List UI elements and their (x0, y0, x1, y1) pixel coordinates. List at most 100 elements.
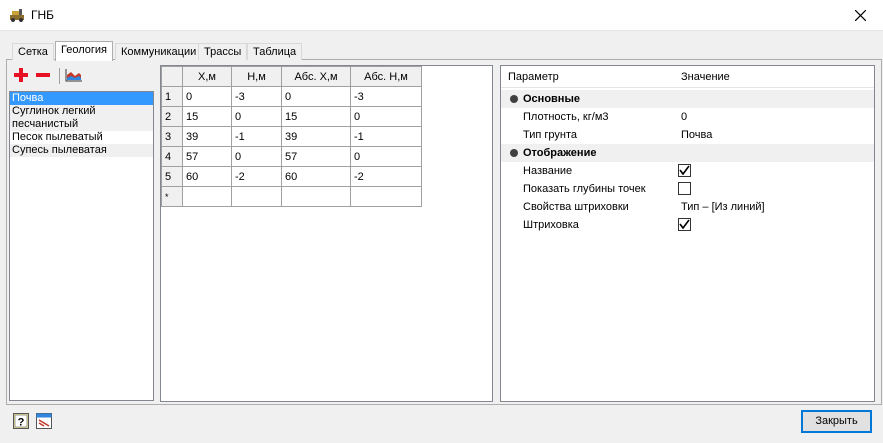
table-row: 4 57 0 57 0 (161, 146, 422, 167)
property-hatch[interactable]: Штриховка (501, 216, 874, 234)
profile-button[interactable] (65, 66, 83, 84)
remove-layer-button[interactable] (34, 66, 52, 84)
window-close-button[interactable] (837, 0, 883, 31)
table-header-row: X,м H,м Абс. X,м Абс. H,м (161, 66, 422, 87)
table-cell[interactable]: 39 (281, 126, 351, 147)
table-row: 3 39 -1 39 -1 (161, 126, 422, 147)
property-label: Название (523, 165, 573, 177)
category-bullet-icon (510, 149, 518, 157)
list-item[interactable]: Супесь пылеватая (10, 144, 153, 157)
app-icon (10, 9, 24, 22)
table-row: 1 0 -3 0 -3 (161, 86, 422, 107)
checkmark-icon (679, 219, 690, 230)
close-icon (854, 10, 866, 21)
table-cell[interactable]: 60 (281, 166, 351, 187)
property-label: Тип грунта (523, 129, 578, 141)
property-value[interactable]: Почва (681, 129, 712, 141)
add-layer-button[interactable] (12, 66, 30, 84)
property-hatch-props[interactable]: Свойства штриховки Тип – [Из линий] (501, 198, 874, 216)
points-table: X,м H,м Абс. X,м Абс. H,м 1 0 -3 0 -3 2 … (161, 66, 422, 207)
profile-icon (65, 69, 82, 82)
category-display[interactable]: Отображение (501, 144, 874, 162)
table-cell[interactable]: -1 (231, 126, 282, 147)
table-cell[interactable]: -3 (350, 86, 422, 107)
table-new-row: * (161, 186, 422, 207)
toolbar-separator (59, 68, 60, 84)
table-cell[interactable]: 57 (281, 146, 351, 167)
column-header[interactable]: H,м (231, 66, 282, 87)
column-header[interactable]: X,м (182, 66, 232, 87)
row-header[interactable]: 3 (161, 126, 183, 147)
property-value[interactable]: 0 (681, 111, 687, 123)
property-show-depth[interactable]: Показать глубины точек (501, 180, 874, 198)
param-header: Параметр (508, 71, 559, 83)
table-cell[interactable] (231, 186, 282, 207)
category-label: Отображение (523, 147, 597, 159)
add-icon (14, 68, 28, 82)
category-basic[interactable]: Основные (501, 90, 874, 108)
settings-icon[interactable] (36, 413, 52, 429)
corner-cell (161, 66, 183, 87)
show-depth-checkbox[interactable] (678, 182, 691, 195)
list-item[interactable]: Суглинок легкий песчанистый (10, 105, 153, 131)
table-cell[interactable]: 0 (182, 86, 232, 107)
property-label: Штриховка (523, 219, 579, 231)
value-header: Значение (681, 71, 730, 83)
property-soil-type[interactable]: Тип грунта Почва (501, 126, 874, 144)
table-cell[interactable]: 0 (231, 106, 282, 127)
property-label: Свойства штриховки (523, 201, 629, 213)
new-row-marker[interactable]: * (161, 186, 183, 207)
table-cell[interactable]: -1 (350, 126, 422, 147)
list-item[interactable]: Песок пылеватый (10, 131, 153, 144)
table-cell[interactable]: 15 (182, 106, 232, 127)
property-name[interactable]: Название (501, 162, 874, 180)
tab-geology[interactable]: Геология (55, 41, 113, 61)
table-row: 5 60 -2 60 -2 (161, 166, 422, 187)
close-button[interactable]: Закрыть (801, 410, 872, 433)
table-cell[interactable]: 57 (182, 146, 232, 167)
help-icon[interactable]: ? (13, 413, 29, 429)
table-cell[interactable]: 0 (350, 146, 422, 167)
property-value[interactable]: Тип – [Из линий] (681, 201, 765, 213)
remove-icon (36, 73, 50, 77)
table-cell[interactable]: 0 (231, 146, 282, 167)
property-grid: Параметр Значение Основные Плотность, кг… (500, 65, 875, 402)
table-cell[interactable]: 60 (182, 166, 232, 187)
tab-routes[interactable]: Трассы (198, 43, 248, 60)
table-cell[interactable]: -2 (350, 166, 422, 187)
table-cell[interactable]: 0 (350, 106, 422, 127)
svg-text:?: ? (18, 417, 25, 429)
property-label: Показать глубины точек (523, 183, 646, 195)
row-header[interactable]: 4 (161, 146, 183, 167)
tab-communications[interactable]: Коммуникации (115, 43, 203, 60)
row-header[interactable]: 2 (161, 106, 183, 127)
window-title: ГНБ (31, 8, 55, 22)
tab-table[interactable]: Таблица (247, 43, 303, 60)
hatch-checkbox[interactable] (678, 218, 691, 231)
row-header[interactable]: 5 (161, 166, 183, 187)
table-cell[interactable]: 39 (182, 126, 232, 147)
tab-grid[interactable]: Сетка (12, 43, 54, 60)
table-cell[interactable]: 0 (281, 86, 351, 107)
column-header[interactable]: Абс. H,м (350, 66, 422, 87)
table-cell[interactable]: -2 (231, 166, 282, 187)
name-checkbox[interactable] (678, 164, 691, 177)
column-header[interactable]: Абс. X,м (281, 66, 351, 87)
table-cell[interactable] (350, 186, 422, 207)
table-cell[interactable]: 15 (281, 106, 351, 127)
category-bullet-icon (510, 95, 518, 103)
property-density[interactable]: Плотность, кг/м3 0 (501, 108, 874, 126)
points-grid: X,м H,м Абс. X,м Абс. H,м 1 0 -3 0 -3 2 … (160, 65, 493, 402)
table-cell[interactable] (281, 186, 351, 207)
checkmark-icon (679, 165, 690, 176)
category-label: Основные (523, 93, 580, 105)
row-header[interactable]: 1 (161, 86, 183, 107)
table-cell[interactable]: -3 (231, 86, 282, 107)
title-bar: ГНБ (0, 0, 883, 31)
property-label: Плотность, кг/м3 (523, 111, 609, 123)
table-row: 2 15 0 15 0 (161, 106, 422, 127)
list-item[interactable]: Почва (10, 92, 153, 105)
table-cell[interactable] (182, 186, 232, 207)
property-header: Параметр Значение (501, 66, 874, 88)
layer-list: Почва Суглинок легкий песчанистый Песок … (9, 91, 154, 401)
